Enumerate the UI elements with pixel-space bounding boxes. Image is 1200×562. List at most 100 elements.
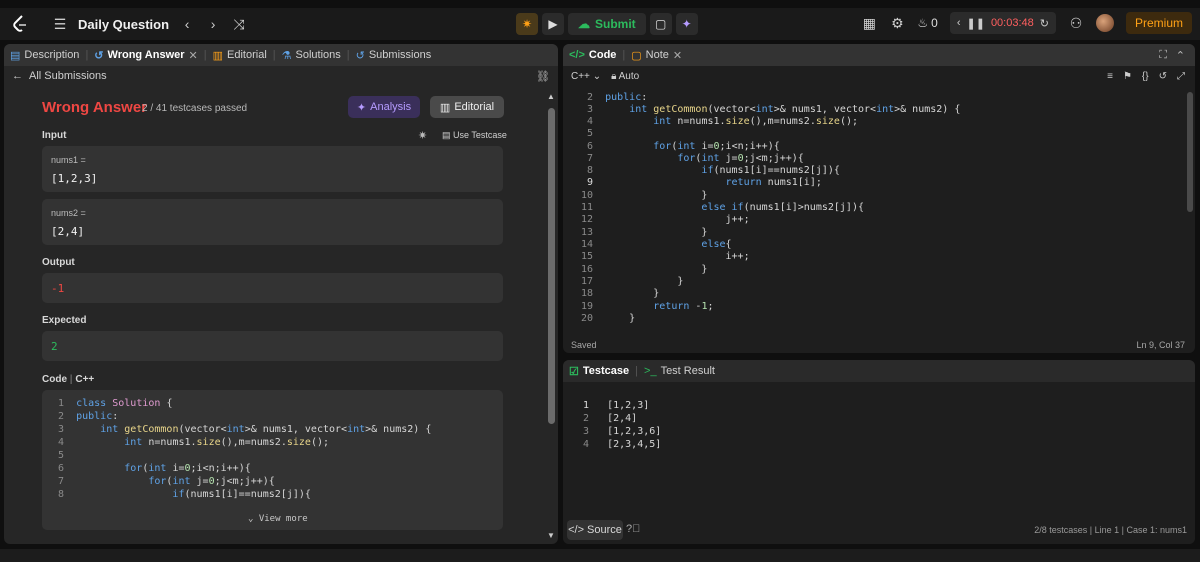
daily-question-link[interactable]: Daily Question — [78, 17, 169, 32]
debug-icon[interactable]: ✷ — [516, 13, 538, 35]
document-icon: ▤ — [10, 49, 21, 62]
analysis-label: Analysis — [370, 101, 412, 113]
scroll-up-icon[interactable]: ▲ — [547, 92, 555, 101]
collapse-icon[interactable]: ⌃ — [1176, 49, 1185, 62]
note-icon: ▢ — [631, 49, 642, 62]
format-icon[interactable]: ≡ — [1107, 71, 1113, 82]
scrollbar-thumb[interactable] — [548, 108, 555, 424]
shuffle-icon[interactable]: ⤨ — [231, 16, 247, 33]
code-editor[interactable]: 2 public: 3 int getCommon(vector<int>& n… — [563, 88, 1195, 324]
editor-scrollbar[interactable] — [1187, 92, 1193, 212]
auto-mode[interactable]: 🔒︎ Auto — [611, 71, 639, 82]
leetcode-logo-icon[interactable] — [10, 14, 30, 34]
tab-note[interactable]: ▢ Note ✕ — [631, 49, 682, 62]
code-tabbar: </> Code | ▢ Note ✕ ⛶ ⌃ — [563, 44, 1195, 66]
braces-icon[interactable]: {} — [1142, 71, 1149, 82]
scroll-down-icon[interactable]: ▼ — [547, 531, 555, 540]
analysis-button[interactable]: ✦ Analysis — [348, 96, 420, 118]
settings-gear-icon[interactable]: ⚙ — [889, 15, 905, 32]
next-question-icon[interactable]: › — [205, 16, 221, 32]
tab-solutions[interactable]: ⚗ Solutions — [282, 49, 341, 62]
editorial-button[interactable]: ▥ Editorial — [430, 96, 504, 118]
testcase-panel: ☑ Testcase | >_ Test Result 1 [1,2,3] 2 [2… — [563, 360, 1195, 544]
testcase-line: 4 [2,3,4,5] — [583, 439, 661, 450]
premium-button[interactable]: Premium — [1125, 12, 1192, 34]
tab-code[interactable]: </> Code — [569, 49, 616, 61]
tab-label: Solutions — [295, 49, 341, 61]
line-number: 3 — [583, 426, 590, 437]
help-icon[interactable]: ?⃝ — [626, 523, 640, 535]
problem-list-icon[interactable]: ☰ — [52, 16, 68, 33]
ai-sparkle-icon[interactable]: ✦ — [675, 13, 698, 35]
editorial-label: Editorial — [454, 101, 495, 113]
prev-question-icon[interactable]: ‹ — [179, 16, 195, 32]
code-label: Code — [42, 374, 67, 385]
debug-bug-icon[interactable]: ✷ — [418, 129, 427, 142]
top-nav: ☰ Daily Question ‹ › ⤨ ✷ ▶ ☁ Submit ▢ ✦ … — [0, 8, 1200, 40]
submission-subbar: ← All Submissions ⛓ — [4, 66, 558, 86]
arrow-left-icon[interactable]: ← — [12, 70, 23, 82]
left-scrollbar[interactable]: ▲ ▼ — [546, 92, 556, 540]
chevron-left-icon[interactable]: ‹ — [957, 17, 961, 29]
cloud-upload-icon: ☁ — [578, 17, 590, 31]
history-icon: ↺ — [94, 49, 104, 62]
add-friend-icon[interactable]: ⚇ — [1068, 15, 1084, 32]
avatar[interactable] — [1095, 14, 1114, 32]
testcase-icon: ▤ — [442, 130, 451, 140]
output-label: Output — [42, 257, 75, 268]
notes-icon[interactable]: ▢ — [649, 13, 672, 35]
code-editor-panel: </> Code | ▢ Note ✕ ⛶ ⌃ C++ ⌄ 🔒︎ Auto ≡ ⚑ {… — [563, 44, 1195, 353]
saved-status: Saved — [571, 340, 597, 350]
fullscreen-icon[interactable]: ⤢ — [1177, 71, 1185, 82]
reset-icon[interactable]: ↻ — [1040, 17, 1049, 30]
all-submissions-link[interactable]: All Submissions — [29, 70, 107, 82]
input-value: [2,4] — [51, 225, 85, 238]
testcase-line: 2 [2,4] — [583, 413, 637, 424]
link-icon[interactable]: ⛓ — [536, 70, 550, 83]
timer[interactable]: ‹ ❚❚ 00:03:48 ↻ — [949, 12, 1056, 34]
layout-icon[interactable]: ▦ — [861, 15, 877, 32]
submit-button[interactable]: ☁ Submit — [568, 13, 646, 35]
use-testcase-button[interactable]: ▤ Use Testcase — [442, 130, 507, 141]
tab-submissions[interactable]: ↺ Submissions — [356, 49, 432, 62]
taskbar — [0, 549, 1200, 562]
tab-label: Note — [645, 49, 669, 61]
reset-code-icon[interactable]: ↺ — [1159, 71, 1167, 82]
tab-label: Editorial — [227, 49, 267, 61]
test-footer: </> Source ?⃝ 2/8 testcases | Line 1 | Ca… — [563, 516, 1195, 544]
input-nums1-box: nums1 = [1,2,3] — [42, 146, 503, 192]
streak-count: 0 — [931, 16, 938, 30]
tab-editorial[interactable]: ▥ Editorial — [213, 49, 267, 62]
tab-testcase[interactable]: ☑ Testcase — [569, 365, 629, 378]
streak-counter[interactable]: ♨ 0 — [917, 16, 937, 30]
fire-icon: ♨ — [917, 16, 929, 30]
view-more-button[interactable]: ⌄ View more — [248, 514, 308, 524]
sparkle-icon: ✦ — [356, 101, 367, 114]
line-number: 1 — [583, 400, 590, 411]
book-icon: ▥ — [212, 49, 224, 62]
language-select[interactable]: C++ ⌄ — [571, 71, 601, 82]
expected-value: 2 — [51, 340, 58, 353]
testcase-line: 1 [1,2,3] — [583, 400, 649, 411]
pause-icon[interactable]: ❚❚ — [967, 17, 985, 30]
maximize-icon[interactable]: ⛶ — [1159, 49, 1167, 62]
close-icon[interactable]: ✕ — [189, 49, 198, 62]
source-button[interactable]: </> Source — [567, 520, 623, 540]
terminal-icon: >_ — [644, 365, 657, 377]
output-box: -1 — [42, 273, 503, 303]
status-title: Wrong Answer — [42, 99, 148, 116]
editor-tools: ≡ ⚑ {} ↺ ⤢ — [1107, 71, 1185, 82]
left-tabbar: ▤ Description | ↺ Wrong Answer ✕ | ▥ Editori… — [4, 44, 558, 66]
submit-label: Submit — [595, 17, 636, 31]
line-number: 4 — [583, 439, 590, 450]
tab-wrong-answer[interactable]: ↺ Wrong Answer ✕ — [94, 49, 197, 62]
output-value: -1 — [51, 282, 65, 295]
input-name: nums2 = — [51, 208, 86, 218]
tab-test-result[interactable]: >_ Test Result — [644, 365, 715, 377]
run-button[interactable]: ▶ — [542, 13, 564, 35]
submitted-code-block: 1 class Solution { 2 public: 3 int getCo… — [42, 390, 503, 530]
close-icon[interactable]: ✕ — [673, 49, 682, 62]
bookmark-icon[interactable]: ⚑ — [1123, 71, 1132, 82]
code-icon: </> — [569, 49, 585, 61]
tab-description[interactable]: ▤ Description — [10, 49, 79, 62]
